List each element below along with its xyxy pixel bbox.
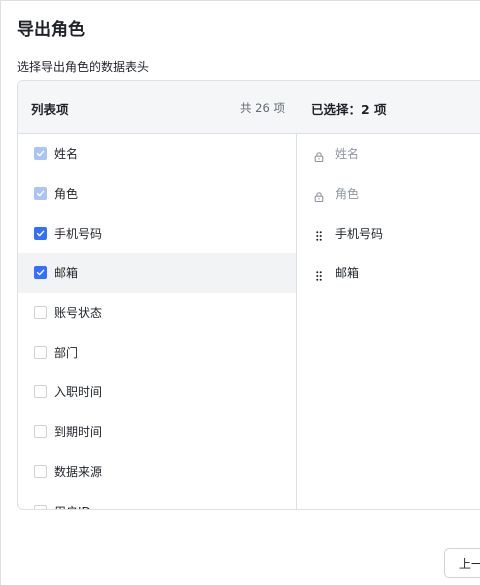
list-item-label: 账号状态: [54, 306, 103, 321]
selected-item: 角色: [297, 174, 480, 214]
list-item[interactable]: 账号状态: [18, 293, 296, 333]
list-item[interactable]: 用户ID: [18, 491, 296, 509]
list-item[interactable]: 入职时间: [18, 372, 296, 412]
checkbox[interactable]: [34, 266, 47, 280]
selected-item-label: 邮箱: [335, 266, 360, 281]
list-item-label: 入职时间: [54, 385, 103, 400]
list-item-label: 数据来源: [54, 464, 103, 479]
transfer-header: 列表项 共 26 项 已选择：2 项: [18, 81, 480, 134]
drag-handle-icon[interactable]: [313, 267, 325, 281]
list-item-label: 手机号码: [54, 226, 103, 241]
checkbox[interactable]: [34, 226, 47, 240]
list-item[interactable]: 到期时间: [18, 412, 296, 452]
dialog-title: 导出角色: [17, 20, 85, 40]
checkbox[interactable]: [34, 425, 47, 439]
list-item[interactable]: 数据来源: [18, 452, 296, 492]
list-item-label: 邮箱: [54, 266, 79, 281]
column-transfer: 列表项 共 26 项 已选择：2 项 姓名角色手机号码邮箱账号状态部门入职时间到…: [17, 80, 480, 510]
list-item: 角色: [18, 174, 296, 214]
selected-columns-list: 姓名角色手机号码邮箱: [297, 134, 480, 293]
prev-step-button[interactable]: 上一步: [444, 548, 480, 578]
selected-item-label: 角色: [335, 187, 360, 202]
checkbox[interactable]: [34, 345, 47, 359]
selected-item: 姓名: [297, 134, 480, 174]
list-item-label: 角色: [54, 187, 79, 202]
list-item-label: 用户ID: [54, 503, 91, 509]
checkbox[interactable]: [34, 306, 47, 320]
check-icon: [36, 270, 45, 276]
checkbox: [34, 147, 47, 161]
left-panel-title: 列表项: [31, 102, 69, 117]
selected-item-label: 手机号码: [335, 226, 384, 241]
list-item-label: 部门: [54, 345, 79, 360]
export-role-dialog: 导出角色 选择导出角色的数据表头 列表项 共 26 项 已选择：2 项 姓名角色…: [0, 0, 480, 585]
available-columns-list[interactable]: 姓名角色手机号码邮箱账号状态部门入职时间到期时间数据来源用户ID: [18, 134, 296, 509]
checkbox[interactable]: [34, 385, 47, 399]
list-item: 姓名: [18, 134, 296, 174]
checkbox[interactable]: [34, 464, 47, 478]
list-item-label: 姓名: [54, 147, 79, 162]
left-panel-count: 共 26 项: [240, 101, 285, 115]
lock-icon: [313, 148, 325, 162]
dialog-subtitle: 选择导出角色的数据表头: [17, 60, 150, 74]
check-icon: [36, 230, 45, 237]
selected-item[interactable]: 手机号码: [297, 213, 480, 253]
right-panel-title: 已选择：2 项: [311, 102, 387, 117]
list-item-label: 到期时间: [54, 425, 103, 440]
checkbox: [34, 187, 47, 201]
check-icon: [36, 150, 45, 157]
list-item[interactable]: 部门: [18, 332, 296, 372]
check-icon: [36, 190, 45, 197]
list-item[interactable]: 邮箱: [18, 253, 296, 293]
lock-icon: [313, 188, 325, 202]
selected-item-label: 姓名: [335, 147, 360, 162]
drag-handle-icon[interactable]: [313, 227, 325, 241]
list-item[interactable]: 手机号码: [18, 213, 296, 253]
checkbox[interactable]: [34, 504, 47, 509]
selected-item[interactable]: 邮箱: [297, 253, 480, 293]
